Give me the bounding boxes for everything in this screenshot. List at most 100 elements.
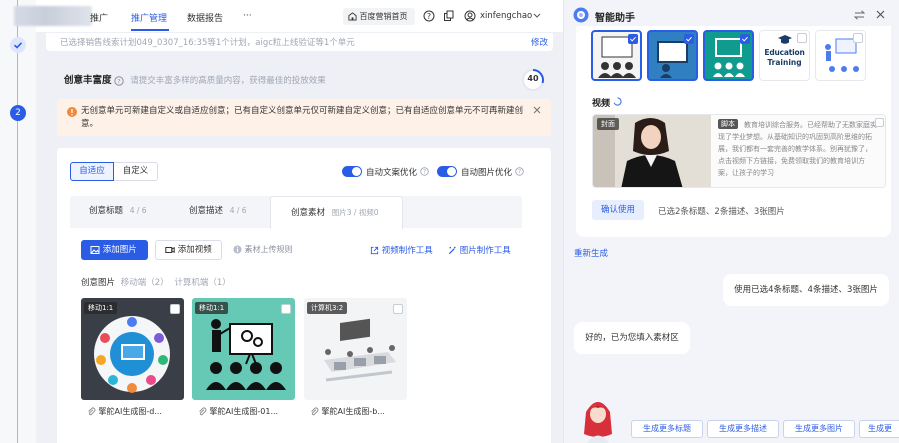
selected-summary: 已选2条标题、2条描述、3张图片 xyxy=(658,207,785,217)
select-checkbox[interactable] xyxy=(875,118,884,127)
video-cover[interactable]: 封面 xyxy=(593,115,711,187)
auto-image-toggle[interactable] xyxy=(437,166,457,177)
rail-line xyxy=(17,53,18,105)
caption-text: 擎舵AI生成图-01... xyxy=(209,407,279,416)
video-label: 视频 xyxy=(592,99,611,109)
tab-label: 创意素材 xyxy=(291,208,326,218)
image-caption-3: 擎舵AI生成图-b... xyxy=(310,406,385,417)
select-checkbox[interactable] xyxy=(281,304,291,314)
selected-checkbox[interactable] xyxy=(628,34,638,44)
selected-checkbox[interactable] xyxy=(740,34,750,44)
step-rail: 2 xyxy=(0,0,36,443)
nav-promotion[interactable]: 推广 xyxy=(90,11,108,24)
add-video-label: 添加视频 xyxy=(177,245,212,255)
select-checkbox[interactable] xyxy=(393,304,403,314)
image-thumb-3[interactable]: 计算机3:2 xyxy=(304,298,407,400)
richness-row: 创意丰富度 ? 请提交丰富多样的高质量内容，获得最佳的投放效果 xyxy=(64,72,326,86)
modify-link[interactable]: 修改 xyxy=(531,36,548,48)
result-image-5[interactable] xyxy=(815,30,866,81)
check-icon xyxy=(13,42,23,49)
magic-wand-icon xyxy=(448,246,456,255)
richness-score-ring: 40 xyxy=(521,68,545,92)
image-tool-link[interactable]: 图片制作工具 xyxy=(448,244,511,256)
swap-icon[interactable] xyxy=(854,10,865,20)
image-thumb-2[interactable]: 移动1:1 xyxy=(192,298,295,400)
bot-reply: 好的，已为您填入素材区 xyxy=(574,322,690,354)
video-tool-link[interactable]: 视频制作工具 xyxy=(370,244,433,256)
nav-more[interactable]: ··· xyxy=(243,11,252,21)
more-images-chip[interactable]: 生成更多图片 xyxy=(783,420,855,438)
result-image-1[interactable] xyxy=(591,30,642,81)
creative-tabs: 创意标题 4 / 6 创意描述 4 / 6 创意素材 图片3 / 视频0 xyxy=(70,196,522,229)
video-script: 脚本 教育培训综合服务。已经帮助了无数家庭实现了学业梦想。从基础知识的巩固到高阶… xyxy=(711,115,885,187)
richness-score: 40 xyxy=(527,74,539,83)
panel-title: 智能助手 xyxy=(595,13,635,24)
upload-rules-label: 素材上传规则 xyxy=(244,245,293,254)
warning-icon xyxy=(67,107,77,117)
add-image-button[interactable]: 添加图片 xyxy=(81,240,148,260)
question-icon[interactable]: ? xyxy=(114,75,125,86)
nav-promotion-management[interactable]: 推广管理 xyxy=(131,11,167,24)
select-checkbox[interactable] xyxy=(797,33,807,43)
auto-text-label: 自动文案优化 xyxy=(366,168,418,178)
result-image-4[interactable]: Education Training xyxy=(759,30,810,81)
ratio-tag: 计算机3:2 xyxy=(307,302,348,314)
result-image-3[interactable] xyxy=(703,30,754,81)
baidu-home-button[interactable]: 百度营销首页 xyxy=(343,8,415,25)
auto-text-toggle[interactable] xyxy=(342,166,362,177)
rule-notice: 无创意单元可新建自定义或自适应创意；已有自定义创意单元仅可新建自定义创意；已有自… xyxy=(57,99,551,136)
confirm-use-button[interactable]: 确认使用 xyxy=(592,200,644,220)
add-image-label: 添加图片 xyxy=(102,245,137,255)
question-icon[interactable]: ? xyxy=(420,167,429,176)
step-1-done xyxy=(10,37,26,53)
upload-rules-link[interactable]: 素材上传规则 xyxy=(233,244,293,255)
tab-creative-desc[interactable]: 创意描述 4 / 6 xyxy=(189,196,247,226)
check-icon xyxy=(742,36,748,42)
image-tool-label: 图片制作工具 xyxy=(459,246,511,256)
more-titles-chip[interactable]: 生成更多标题 xyxy=(631,420,703,438)
assistant-avatar xyxy=(584,402,612,443)
more-chip-truncated[interactable]: 生成更 xyxy=(859,420,899,438)
tab-count: 图片3 / 视频0 xyxy=(331,208,379,217)
nav-data-report[interactable]: 数据报告 xyxy=(187,11,223,24)
close-panel-icon[interactable] xyxy=(876,10,885,19)
auto-image-label: 自动图片优化 xyxy=(461,168,513,178)
chevron-down-icon[interactable] xyxy=(533,13,541,19)
caption-text: 擎舵AI生成图-b... xyxy=(321,407,385,416)
selected-checkbox[interactable] xyxy=(684,34,694,44)
video-icon xyxy=(165,246,175,253)
baidu-home-label: 百度营销首页 xyxy=(359,12,408,21)
username[interactable]: xinfengchao xyxy=(480,11,532,21)
select-checkbox[interactable] xyxy=(170,304,180,314)
notice-text: 无创意单元可新建自定义或自适应创意；已有自定义创意单元仅可新建自定义创意；已有自… xyxy=(81,106,524,129)
tab-creative-material[interactable]: 创意素材 图片3 / 视频0 xyxy=(270,196,403,229)
help-icon[interactable]: ? xyxy=(423,10,435,22)
question-icon[interactable]: ? xyxy=(515,167,524,176)
image-section-header: 创意图片 移动端（2） 计算机端（1） xyxy=(81,276,231,288)
image-icon xyxy=(90,245,100,254)
ratio-tag: 移动1:1 xyxy=(195,302,229,314)
copy-icon[interactable] xyxy=(443,10,455,22)
nav-active-indicator xyxy=(131,29,169,31)
assistant-logo-icon xyxy=(573,7,589,23)
info-icon xyxy=(233,245,242,254)
mode-adaptive[interactable]: 自适应 xyxy=(70,162,114,181)
add-video-button[interactable]: 添加视频 xyxy=(155,240,222,260)
select-checkbox[interactable] xyxy=(853,33,863,43)
video-tool-label: 视频制作工具 xyxy=(381,246,433,256)
more-descs-chip[interactable]: 生成更多描述 xyxy=(707,420,779,438)
mode-custom[interactable]: 自定义 xyxy=(114,162,158,181)
top-nav: 推广 推广管理 数据报告 ··· 百度营销首页 ? xinfengchao xyxy=(14,0,563,33)
svg-text:?: ? xyxy=(518,170,521,176)
pc-count: 计算机端（1） xyxy=(174,278,231,288)
regenerate-link[interactable]: 重新生成 xyxy=(574,247,608,259)
shop-icon xyxy=(348,12,357,21)
result-image-2[interactable] xyxy=(647,30,698,81)
close-icon[interactable] xyxy=(533,106,541,114)
check-icon xyxy=(630,36,636,42)
video-card: 封面 脚本 教育培训综合服务。已经帮助了无数家庭实现了学业梦想。从基础知识的巩固… xyxy=(592,114,886,188)
tab-creative-title[interactable]: 创意标题 4 / 6 xyxy=(89,196,147,226)
image-thumb-1[interactable]: 移动1:1 xyxy=(81,298,184,400)
check-icon xyxy=(686,36,692,42)
user-icon[interactable] xyxy=(464,10,476,22)
